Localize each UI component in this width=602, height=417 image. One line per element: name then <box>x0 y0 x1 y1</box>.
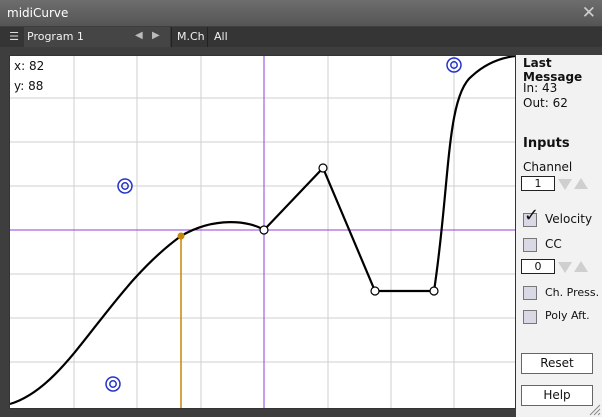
next-program-icon[interactable]: ▶ <box>152 30 160 41</box>
poly-aft-checkbox[interactable] <box>523 310 537 324</box>
inputs-title: Inputs <box>523 136 570 151</box>
channel-all-button[interactable]: All <box>214 30 228 43</box>
curve-canvas[interactable] <box>10 56 515 408</box>
app-window: midiCurve ✕ ☰ Program 1 ◀ ▶ M.Ch All x: … <box>0 0 602 417</box>
last-message-title: Last Message <box>523 56 583 84</box>
checkmark-icon: ✓ <box>524 205 540 226</box>
in-value: In: 43 <box>523 81 558 95</box>
ch-press-checkbox[interactable] <box>523 286 537 300</box>
reset-button[interactable]: Reset <box>521 353 593 374</box>
channel-increment-icon[interactable] <box>574 178 588 189</box>
window-title: midiCurve <box>7 6 69 20</box>
help-button[interactable]: Help <box>521 385 593 406</box>
velocity-label: Velocity <box>545 212 593 226</box>
prev-program-icon[interactable]: ◀ <box>135 30 143 41</box>
cc-decrement-icon[interactable] <box>558 262 572 273</box>
program-name: Program 1 <box>27 30 84 43</box>
cc-number-field[interactable]: 0 <box>521 259 555 274</box>
y-readout: y: 88 <box>14 79 44 93</box>
poly-aft-label: Poly Aft. <box>545 309 590 322</box>
toolbar-divider <box>171 27 172 47</box>
cc-checkbox[interactable] <box>523 238 537 252</box>
control-handle[interactable] <box>105 376 121 392</box>
curve-node[interactable] <box>259 225 269 235</box>
side-panel: Last Message In: 43 Out: 62 Inputs Chann… <box>516 55 602 417</box>
out-value: Out: 62 <box>523 96 568 110</box>
curve-node[interactable] <box>318 163 328 173</box>
curve-node[interactable] <box>429 286 439 296</box>
cc-label: CC <box>545 237 562 251</box>
program-selector[interactable]: Program 1 ◀ ▶ <box>24 27 170 47</box>
curve-editor[interactable]: x: 82 y: 88 <box>9 55 516 409</box>
toolbar-divider <box>207 27 208 47</box>
resize-grip-icon[interactable] <box>589 404 601 416</box>
channel-decrement-icon[interactable] <box>558 179 572 190</box>
channel-label: Channel <box>523 160 573 174</box>
curve-node[interactable] <box>370 286 380 296</box>
toolbar: ☰ Program 1 ◀ ▶ M.Ch All <box>0 27 602 47</box>
menu-icon[interactable]: ☰ <box>6 30 22 43</box>
cc-increment-icon[interactable] <box>574 261 588 272</box>
ch-press-label: Ch. Press. <box>545 286 600 299</box>
midi-channel-button[interactable]: M.Ch <box>177 30 205 43</box>
x-readout: x: 82 <box>14 59 45 73</box>
title-bar: midiCurve ✕ <box>0 0 602 26</box>
channel-field[interactable]: 1 <box>521 176 555 191</box>
close-icon[interactable]: ✕ <box>582 3 596 23</box>
curve-point-marker <box>177 232 185 240</box>
